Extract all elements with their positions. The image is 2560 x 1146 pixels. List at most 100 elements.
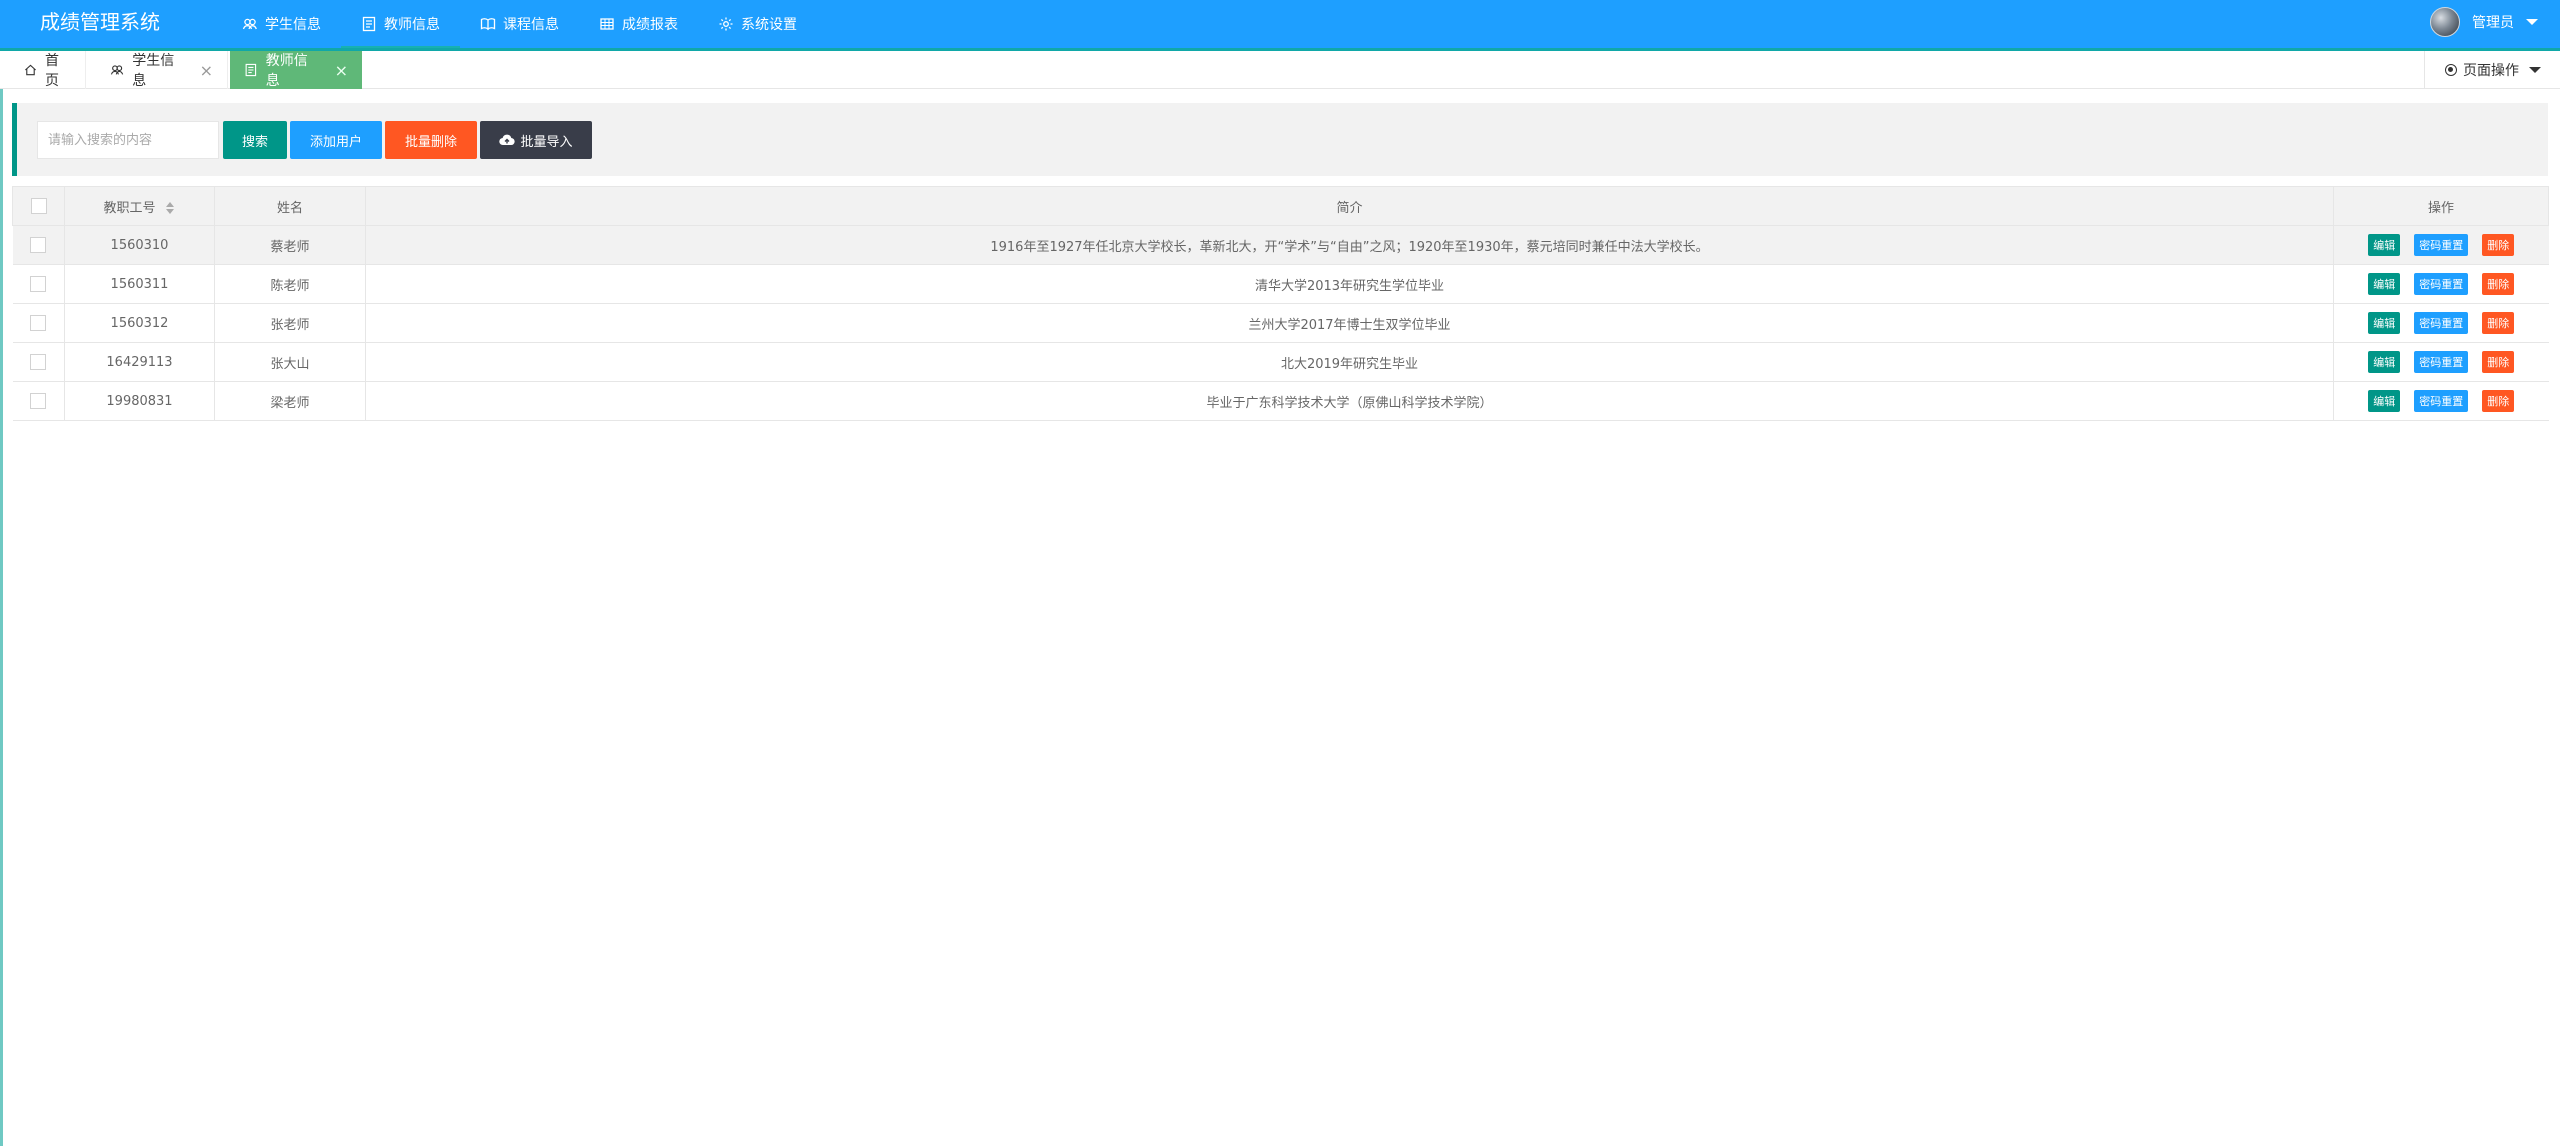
target-icon: [2445, 64, 2457, 76]
delete-button[interactable]: 删除: [2482, 312, 2515, 334]
reset-password-button[interactable]: 密码重置: [2414, 273, 2469, 295]
cell-intro: 清华大学2013年研究生学位毕业: [365, 264, 2334, 304]
teacher-table: 教职工号 姓名 简介 操作 1560310 蔡老师 1916年至1927年任北京大学…: [12, 186, 2549, 421]
chevron-down-icon: [2526, 19, 2538, 25]
search-button[interactable]: 搜索: [223, 121, 287, 159]
cell-id: 1560310: [64, 225, 215, 265]
search-toolbar: 搜索 添加用户 批量删除 批量导入: [12, 103, 2548, 176]
table-row: 19980831 梁老师 毕业于广东科学技术大学（原佛山科学技术学院） 编辑 密码重置删…: [12, 381, 2549, 421]
table-row: 16429113 张大山 北大2019年研究生毕业 编辑 密码重置 删除: [12, 342, 2549, 382]
nav-label: 系统设置: [741, 17, 797, 33]
cell-intro: 北大2019年研究生毕业: [365, 342, 2334, 382]
row-select-cell[interactable]: [12, 342, 65, 382]
delete-button[interactable]: 删除: [2482, 273, 2515, 295]
tab-students[interactable]: 学生信息 ×: [96, 51, 228, 89]
reset-password-button[interactable]: 密码重置: [2414, 234, 2469, 256]
table-row: 1560311 陈老师 清华大学2013年研究生学位毕业 编辑 密码重置 删除: [12, 264, 2549, 304]
row-select-cell[interactable]: [12, 264, 65, 304]
edit-button[interactable]: 编辑: [2368, 390, 2401, 412]
cell-actions: 编辑 密码重置 删除: [2333, 381, 2549, 421]
row-select-cell[interactable]: [12, 225, 65, 265]
row-checkbox[interactable]: [30, 276, 47, 292]
row-checkbox[interactable]: [30, 393, 47, 409]
table-icon: [600, 18, 614, 30]
avatar[interactable]: [2430, 7, 2460, 37]
batch-import-button[interactable]: 批量导入: [480, 121, 592, 159]
tab-teachers[interactable]: 教师信息 ×: [230, 51, 362, 89]
cell-name: 张老师: [214, 303, 366, 343]
cell-actions: 编辑 密码重置 删除: [2333, 264, 2549, 304]
cell-actions: 编辑 密码重置 删除: [2333, 225, 2549, 265]
table-header-row: 教职工号 姓名 简介 操作: [12, 186, 2549, 226]
chevron-down-icon: [2529, 67, 2541, 73]
nav-item-reports[interactable]: 成绩报表: [579, 0, 698, 48]
row-checkbox[interactable]: [30, 315, 47, 331]
users-icon: [110, 65, 124, 75]
col-header-intro: 简介: [365, 186, 2334, 226]
cell-name: 陈老师: [214, 264, 366, 304]
cell-id: 1560311: [64, 264, 215, 304]
col-header-id[interactable]: 教职工号: [64, 186, 215, 226]
home-icon: [25, 64, 36, 76]
cell-intro: 毕业于广东科学技术大学（原佛山科学技术学院）: [365, 381, 2334, 421]
user-name: 管理员: [2472, 15, 2514, 31]
row-checkbox[interactable]: [30, 237, 47, 253]
page-operations-menu[interactable]: 页面操作: [2424, 51, 2560, 89]
tab-label: 首页: [45, 53, 59, 89]
col-header-name: 姓名: [214, 186, 366, 226]
book-icon: [480, 18, 496, 31]
table-row: 1560310 蔡老师 1916年至1927年任北京大学校长，革新北大，开“学术”与…: [12, 225, 2549, 265]
main-nav: 学生信息 教师信息 课程信息 成绩报表 系统设置: [222, 0, 817, 50]
cell-name: 梁老师: [214, 381, 366, 421]
reset-password-button[interactable]: 密码重置: [2414, 390, 2469, 412]
edit-button[interactable]: 编辑: [2368, 273, 2401, 295]
cell-id: 19980831: [64, 381, 215, 421]
reset-password-button[interactable]: 密码重置: [2414, 351, 2469, 373]
nav-item-teachers[interactable]: 教师信息: [341, 0, 460, 50]
table-row: 1560312 张老师 兰州大学2017年博士生双学位毕业 编辑 密码重置 删除: [12, 303, 2549, 343]
form-icon: [362, 16, 376, 32]
nav-item-courses[interactable]: 课程信息: [460, 0, 579, 48]
cell-name: 张大山: [214, 342, 366, 382]
nav-label: 课程信息: [503, 17, 559, 33]
col-header-ops: 操作: [2333, 186, 2549, 226]
nav-item-settings[interactable]: 系统设置: [698, 0, 817, 48]
cell-id: 1560312: [64, 303, 215, 343]
edit-button[interactable]: 编辑: [2368, 234, 2401, 256]
nav-item-students[interactable]: 学生信息: [222, 0, 341, 48]
user-menu[interactable]: 管理员: [2430, 0, 2538, 44]
gear-icon: [719, 17, 733, 31]
cloud-upload-icon: [499, 134, 516, 146]
batch-delete-button[interactable]: 批量删除: [385, 121, 477, 159]
reset-password-button[interactable]: 密码重置: [2414, 312, 2469, 334]
select-all-checkbox[interactable]: [30, 198, 47, 214]
top-header: 成绩管理系统 学生信息 教师信息 课程信息 成绩报表 系统设置 管理员: [0, 0, 2560, 50]
add-user-button[interactable]: 添加用户: [290, 121, 382, 159]
app-title: 成绩管理系统: [40, 10, 160, 34]
row-select-cell[interactable]: [12, 381, 65, 421]
page-tabs: 首页 学生信息 × 教师信息 × 页面操作: [0, 51, 2560, 89]
cell-name: 蔡老师: [214, 225, 366, 265]
search-input[interactable]: [37, 121, 219, 159]
col-header-label: 教职工号: [103, 200, 156, 216]
tab-home[interactable]: 首页: [10, 51, 86, 89]
nav-label: 成绩报表: [622, 17, 678, 33]
delete-button[interactable]: 删除: [2482, 351, 2515, 373]
tab-label: 学生信息: [132, 53, 175, 89]
select-all-cell[interactable]: [12, 186, 65, 226]
edit-button[interactable]: 编辑: [2368, 351, 2401, 373]
close-icon[interactable]: ×: [200, 61, 213, 80]
users-icon: [242, 18, 257, 30]
close-icon[interactable]: ×: [335, 61, 348, 80]
tab-label: 教师信息: [265, 53, 308, 89]
edit-button[interactable]: 编辑: [2368, 312, 2401, 334]
cell-intro: 1916年至1927年任北京大学校长，革新北大，开“学术”与“自由”之风；192…: [365, 225, 2334, 265]
row-select-cell[interactable]: [12, 303, 65, 343]
nav-label: 学生信息: [265, 17, 321, 33]
delete-button[interactable]: 删除: [2482, 234, 2515, 256]
nav-label: 教师信息: [384, 17, 440, 33]
sort-icon[interactable]: [165, 202, 176, 214]
delete-button[interactable]: 删除: [2482, 390, 2515, 412]
row-checkbox[interactable]: [30, 354, 47, 370]
left-accent-edge: [0, 89, 3, 1146]
